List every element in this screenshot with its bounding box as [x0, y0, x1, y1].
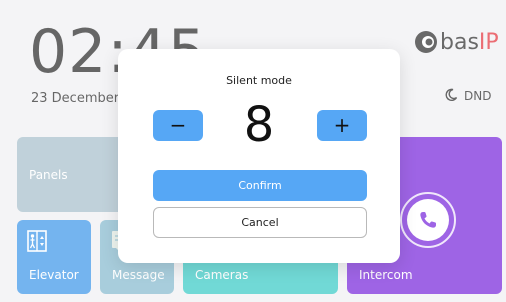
silent-mode-value: 8 — [243, 97, 275, 153]
silent-mode-dialog: Silent mode − 8 + Confirm Cancel — [118, 49, 400, 263]
cancel-button[interactable]: Cancel — [153, 207, 367, 238]
home-screen: 02:45 23 December, Monday basIP DND Pane… — [0, 0, 506, 302]
increment-button[interactable]: + — [317, 110, 367, 141]
dialog-title: Silent mode — [226, 74, 292, 87]
confirm-button[interactable]: Confirm — [153, 170, 367, 201]
decrement-button[interactable]: − — [153, 110, 203, 141]
